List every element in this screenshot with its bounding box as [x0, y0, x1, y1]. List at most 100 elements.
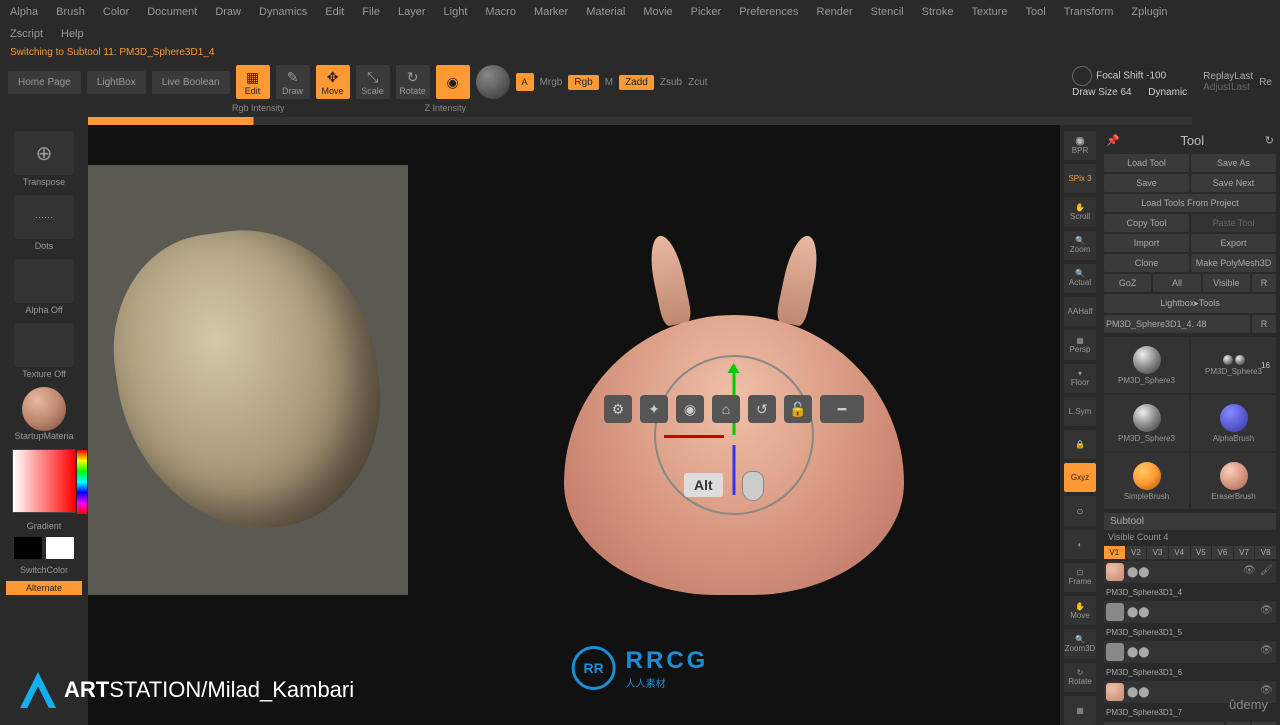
sphere-icon[interactable]	[476, 65, 510, 99]
brush-icon[interactable]: 🖌	[1260, 565, 1274, 579]
refresh-icon[interactable]: ↻	[1265, 134, 1274, 147]
menu-render[interactable]: Render	[817, 6, 853, 18]
gradient-toggle[interactable]: Gradient	[6, 519, 82, 533]
menu-document[interactable]: Document	[147, 6, 197, 18]
lasso-button[interactable]: ⊙	[1064, 496, 1096, 525]
layer-tab-v4[interactable]: V4	[1169, 546, 1190, 559]
current-tool-label[interactable]: PM3D_Sphere3D1_4. 48	[1104, 315, 1250, 333]
bpr-button[interactable]: 🔘BPR	[1064, 131, 1096, 160]
local-button[interactable]: 🔒	[1064, 430, 1096, 459]
frame-button[interactable]: ⊡Frame	[1064, 563, 1096, 592]
subtool-item-0-row[interactable]: ⬤⬤👁🖌	[1104, 561, 1276, 583]
rotate3d-button[interactable]: ↻Rotate	[1064, 663, 1096, 692]
a-toggle[interactable]: A	[516, 73, 534, 91]
tool-thumb-1[interactable]: PM3D_Sphere3	[1104, 337, 1189, 393]
canvas-area[interactable]: ⚙ ✦ ◉ ⌂ ↺ 🔓 ━ Alt	[88, 125, 1060, 725]
save-button[interactable]: Save	[1104, 174, 1189, 192]
gizmo-axis-x[interactable]	[664, 435, 724, 438]
menu-zplugin[interactable]: Zplugin	[1131, 6, 1167, 18]
floor-button[interactable]: ▾Floor	[1064, 364, 1096, 393]
adjust-last-button[interactable]: AdjustLast	[1203, 82, 1253, 93]
swatch-white[interactable]	[46, 537, 74, 559]
menu-movie[interactable]: Movie	[643, 6, 672, 18]
menu-light[interactable]: Light	[444, 6, 468, 18]
mrgb-label[interactable]: Mrgb	[540, 77, 563, 88]
lock-icon[interactable]: 🔓	[784, 395, 812, 423]
z-intensity-label[interactable]: Z Intensity	[425, 103, 467, 113]
tool-thumb-3[interactable]: PM3D_Sphere3	[1104, 395, 1189, 451]
menu-stroke[interactable]: Stroke	[922, 6, 954, 18]
home-page-button[interactable]: Home Page	[8, 71, 81, 94]
home-icon[interactable]: ⌂	[712, 395, 740, 423]
r2-button[interactable]: R	[1252, 315, 1276, 333]
menu-zscript[interactable]: Zscript	[10, 28, 43, 40]
transform-gizmo[interactable]: Alt	[654, 355, 814, 515]
menu-stencil[interactable]: Stencil	[871, 6, 904, 18]
replay-last-button[interactable]: ReplayLast	[1203, 71, 1253, 82]
zcut-toggle[interactable]: Zcut	[688, 77, 707, 88]
sculpt-mesh[interactable]: ⚙ ✦ ◉ ⌂ ↺ 🔓 ━ Alt	[564, 235, 904, 615]
tool-thumb-6[interactable]: EraserBrush	[1191, 453, 1276, 509]
scale-mode-button[interactable]: ⤡Scale	[356, 65, 390, 99]
rotate-mode-button[interactable]: ↻Rotate	[396, 65, 430, 99]
alternate-button[interactable]: Alternate	[6, 581, 82, 595]
save-next-button[interactable]: Save Next	[1191, 174, 1276, 192]
aahalf-button[interactable]: AAHalf	[1064, 297, 1096, 326]
reset-icon[interactable]: ↺	[748, 395, 776, 423]
texture-slot[interactable]: Texture Off	[6, 321, 82, 381]
menu-macro[interactable]: Macro	[485, 6, 516, 18]
switch-color-button[interactable]: SwitchColor	[6, 563, 82, 577]
rgb-intensity-label[interactable]: Rgb Intensity	[232, 103, 285, 113]
clone-button[interactable]: Clone	[1104, 254, 1189, 272]
eye-icon[interactable]: 👁	[1243, 565, 1257, 579]
gizmo-axis-z[interactable]	[733, 445, 736, 495]
grid-button[interactable]: ▦	[1064, 696, 1096, 725]
spix-button[interactable]: SPix 3	[1064, 164, 1096, 193]
swatch-black[interactable]	[14, 537, 42, 559]
save-as-button[interactable]: Save As	[1191, 154, 1276, 172]
menu-transform[interactable]: Transform	[1064, 6, 1114, 18]
menu-tool[interactable]: Tool	[1026, 6, 1046, 18]
lsym-button[interactable]: L.Sym	[1064, 397, 1096, 426]
color-gradient-icon[interactable]	[12, 449, 76, 513]
subtool-item-1-row[interactable]: ⬤⬤👁	[1104, 601, 1276, 623]
import-button[interactable]: Import	[1104, 234, 1189, 252]
menu-edit[interactable]: Edit	[325, 6, 344, 18]
r-button[interactable]: R	[1252, 274, 1276, 292]
menu-marker[interactable]: Marker	[534, 6, 568, 18]
zoom3d-button[interactable]: 🔍Zoom3D	[1064, 629, 1096, 658]
layer-tab-v5[interactable]: V5	[1191, 546, 1212, 559]
copy-tool-button[interactable]: Copy Tool	[1104, 214, 1189, 232]
tool-thumb-4[interactable]: AlphaBrush	[1191, 395, 1276, 451]
menu-picker[interactable]: Picker	[691, 6, 722, 18]
visible-count[interactable]: Visible Count 4	[1104, 530, 1276, 544]
hue-strip[interactable]	[77, 450, 87, 514]
load-project-button[interactable]: Load Tools From Project	[1104, 194, 1276, 212]
zadd-toggle[interactable]: Zadd	[619, 75, 654, 90]
scroll-button[interactable]: ✋Scroll	[1064, 197, 1096, 226]
slider-icon[interactable]: ━	[820, 395, 864, 423]
tool-thumb-2[interactable]: 16PM3D_Sphere3	[1191, 337, 1276, 393]
re-button[interactable]: Re	[1259, 77, 1272, 88]
rgb-toggle[interactable]: Rgb	[568, 75, 598, 90]
layer-tab-v6[interactable]: V6	[1212, 546, 1233, 559]
layer-tab-v7[interactable]: V7	[1234, 546, 1255, 559]
move-mode-button[interactable]: ✥Move	[316, 65, 350, 99]
menu-brush[interactable]: Brush	[56, 6, 85, 18]
menu-material[interactable]: Material	[586, 6, 625, 18]
polyf-button[interactable]: ◐	[1064, 530, 1096, 559]
menu-alpha[interactable]: Alpha	[10, 6, 38, 18]
zoom-button[interactable]: 🔍Zoom	[1064, 231, 1096, 260]
menu-texture[interactable]: Texture	[971, 6, 1007, 18]
subtool-header[interactable]: Subtool	[1104, 513, 1276, 530]
goz-button[interactable]: GoZ	[1104, 274, 1151, 292]
menu-help[interactable]: Help	[61, 28, 84, 40]
alpha-slot[interactable]: Alpha Off	[6, 257, 82, 317]
m-toggle[interactable]: M	[605, 77, 613, 88]
subtool-item-0[interactable]: PM3D_Sphere3D1_4	[1104, 584, 1276, 600]
menu-draw[interactable]: Draw	[215, 6, 241, 18]
gizmo-button[interactable]: ◉	[436, 65, 470, 99]
menu-color[interactable]: Color	[103, 6, 129, 18]
stroke-dots[interactable]: ⋯⋯ Dots	[6, 193, 82, 253]
paste-tool-button[interactable]: Paste Tool	[1191, 214, 1276, 232]
